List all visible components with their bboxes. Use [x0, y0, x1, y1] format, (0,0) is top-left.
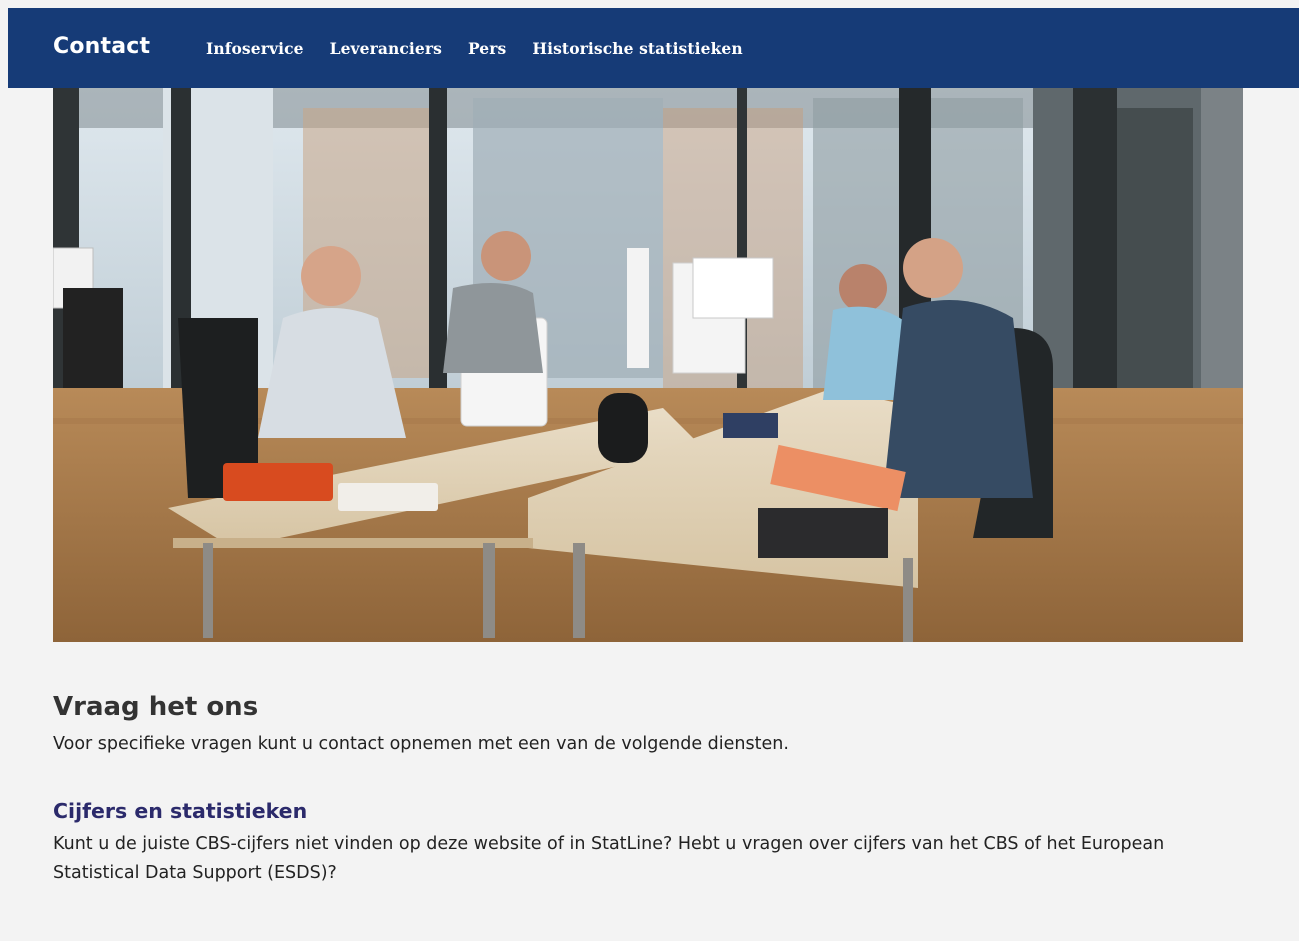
nav-leveranciers[interactable]: Leveranciers [330, 39, 442, 58]
nav-historische-statistieken[interactable]: Historische statistieken [532, 39, 742, 58]
nav-pers[interactable]: Pers [468, 39, 506, 58]
hero-office-photo [53, 88, 1243, 642]
main-nav: Infoservice Leveranciers Pers Historisch… [206, 39, 743, 58]
top-navigation-bar: Contact Infoservice Leveranciers Pers Hi… [8, 8, 1299, 88]
section-body-text: Kunt u de juiste CBS-cijfers niet vinden… [53, 834, 1165, 883]
main-content: Vraag het ons Voor specifieke vragen kun… [53, 690, 1243, 888]
intro-text: Voor specifieke vragen kunt u contact op… [53, 734, 789, 754]
section-title-cijfers-en-statistieken: Cijfers en statistieken [53, 799, 308, 823]
nav-infoservice[interactable]: Infoservice [206, 39, 304, 58]
brand-contact[interactable]: Contact [53, 34, 150, 59]
office-photo-illustration [53, 88, 1243, 642]
page-heading: Vraag het ons [53, 692, 259, 722]
